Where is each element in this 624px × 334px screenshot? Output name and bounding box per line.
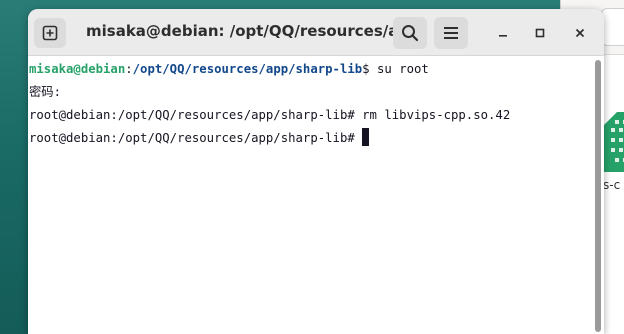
close-button[interactable]	[569, 22, 591, 44]
text-cursor	[362, 128, 370, 146]
prompt-cwd: /opt/QQ/resources/app/sharp-lib	[132, 62, 363, 76]
maximize-icon	[535, 28, 545, 38]
vertical-scrollbar[interactable]	[592, 56, 604, 334]
main-menu-button[interactable]	[434, 17, 468, 49]
background-path-bar[interactable]	[601, 8, 624, 46]
window-title: misaka@debian: /opt/QQ/resources/ap…	[86, 22, 425, 40]
terminal-output[interactable]: misaka@debian:/opt/QQ/resources/app/shar…	[28, 56, 592, 334]
terminal-headerbar: misaka@debian: /opt/QQ/resources/ap…	[28, 9, 604, 56]
close-icon	[575, 28, 585, 38]
root-prompt: root@debian:/opt/QQ/resources/app/sharp-…	[29, 108, 363, 122]
file-icon[interactable]	[603, 112, 624, 172]
scrollbar-thumb[interactable]	[595, 60, 601, 332]
minimize-button[interactable]	[492, 22, 514, 44]
search-button[interactable]	[393, 17, 427, 49]
command-text: su root	[376, 62, 429, 76]
file-name-label: s-c	[603, 178, 621, 192]
new-tab-button[interactable]	[34, 18, 66, 48]
prompt-separator: :	[125, 62, 133, 76]
terminal-line: 密码:	[29, 81, 61, 104]
command-text: rm libvips-cpp.so.42	[362, 108, 511, 122]
root-prompt: root@debian:/opt/QQ/resources/app/sharp-…	[29, 131, 363, 145]
search-icon	[402, 25, 419, 42]
prompt-end: $	[362, 62, 377, 76]
minimize-icon	[499, 35, 507, 37]
terminal-line: root@debian:/opt/QQ/resources/app/sharp-…	[29, 104, 510, 127]
new-tab-icon	[42, 25, 58, 41]
terminal-window[interactable]: misaka@debian: /opt/QQ/resources/ap… mis…	[28, 9, 604, 334]
terminal-line: root@debian:/opt/QQ/resources/app/sharp-…	[29, 127, 370, 150]
password-prompt: 密码:	[29, 85, 61, 99]
terminal-line: misaka@debian:/opt/QQ/resources/app/shar…	[29, 58, 429, 81]
maximize-button[interactable]	[529, 22, 551, 44]
hamburger-menu-icon	[444, 27, 458, 39]
prompt-user-host: misaka@debian	[29, 62, 126, 76]
